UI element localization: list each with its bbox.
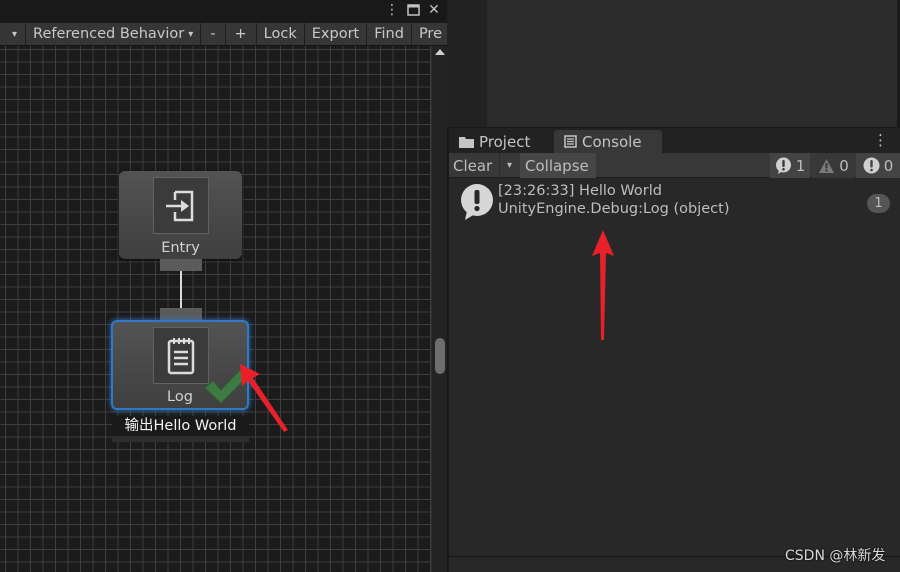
remove-button[interactable]: -	[201, 23, 226, 45]
collapse-toggle[interactable]: Collapse	[520, 153, 596, 178]
chevron-down-icon: ▾	[12, 28, 18, 40]
maximize-button[interactable]	[404, 1, 422, 19]
log-stacktrace: UnityEngine.Debug:Log (object)	[498, 201, 730, 217]
log-icon-box	[153, 327, 209, 384]
referenced-behavior-dropdown[interactable]: Referenced Behavior ▾	[26, 23, 202, 45]
graph-vertical-scrollbar[interactable]	[431, 46, 447, 572]
console-log-entry[interactable]: [23:26:33] Hello World UnityEngine.Debug…	[449, 179, 900, 225]
tab-project-label: Project	[479, 132, 531, 151]
entry-output-port[interactable]	[160, 259, 202, 271]
tab-console[interactable]: Console	[554, 130, 662, 153]
warning-filter-toggle[interactable]: 0	[812, 153, 855, 178]
clear-options-dropdown[interactable]: ▾	[499, 153, 519, 178]
tab-project[interactable]: Project	[449, 130, 559, 153]
node-comment-underline	[112, 436, 249, 442]
graph-toolbar: ▾ Referenced Behavior ▾ - + Lock Export …	[0, 23, 447, 46]
tab-bar: Project Console ⋮	[449, 128, 900, 153]
referenced-behavior-label: Referenced Behavior	[33, 26, 185, 42]
console-icon	[564, 135, 577, 148]
folder-icon	[459, 136, 474, 148]
empty-panel	[447, 0, 900, 127]
info-bubble-icon	[461, 184, 493, 220]
watermark: CSDN @林新发	[785, 548, 886, 564]
scroll-up-arrow-icon[interactable]	[435, 49, 445, 55]
panel-gutter	[447, 0, 487, 127]
log-message: [23:26:33] Hello World	[498, 183, 662, 199]
log-count: 1	[795, 156, 806, 175]
info-bubble-icon	[775, 157, 791, 174]
entry-node-label: Entry	[161, 240, 200, 256]
node-connection	[180, 271, 182, 308]
log-repeat-count-badge: 1	[867, 194, 890, 213]
entry-icon	[166, 190, 194, 221]
log-filter-toggle[interactable]: 1	[770, 153, 810, 178]
find-button[interactable]: Find	[367, 23, 412, 45]
more-options-button[interactable]: ⋮	[873, 131, 888, 149]
log-input-port[interactable]	[160, 308, 202, 320]
scrollbar-thumb[interactable]	[435, 338, 445, 374]
maximize-icon	[406, 4, 420, 16]
tab-console-label: Console	[582, 132, 642, 151]
lock-button[interactable]: Lock	[256, 23, 305, 45]
chevron-down-icon: ▾	[188, 28, 194, 40]
entry-icon-box	[153, 177, 209, 234]
console-toolbar: Clear ▾ Collapse 1 0 0	[449, 153, 900, 178]
entry-node[interactable]: Entry	[119, 171, 242, 259]
console-panel: Project Console ⋮ Clear ▾ Collapse 1 0 0	[449, 128, 900, 572]
window-titlebar: ⋮ ✕	[0, 0, 447, 22]
behavior-graph-canvas[interactable]: Entry Log 输出Hello World	[0, 46, 431, 572]
export-button[interactable]: Export	[304, 23, 368, 45]
clear-button[interactable]: Clear	[453, 153, 492, 178]
notepad-icon	[167, 337, 195, 374]
more-options-button[interactable]: ⋮	[383, 1, 401, 19]
close-button[interactable]: ✕	[425, 1, 443, 19]
warning-count: 0	[839, 156, 849, 175]
error-filter-toggle[interactable]: 0	[856, 153, 900, 178]
error-count: 0	[883, 156, 894, 175]
warning-icon	[819, 158, 835, 173]
node-comment: 输出Hello World	[112, 416, 249, 436]
annotation-arrow-icon	[592, 230, 614, 340]
preferences-button[interactable]: Pre	[411, 23, 447, 45]
error-icon	[863, 157, 880, 174]
chevron-down-icon: ▾	[506, 160, 513, 171]
annotation-arrow-icon	[240, 364, 288, 432]
add-button[interactable]: +	[225, 23, 257, 45]
behavior-designer-panel: ⋮ ✕ ▾ Referenced Behavior ▾ - + Lock Exp…	[0, 0, 447, 572]
menu-dropdown-button[interactable]: ▾	[0, 23, 27, 45]
